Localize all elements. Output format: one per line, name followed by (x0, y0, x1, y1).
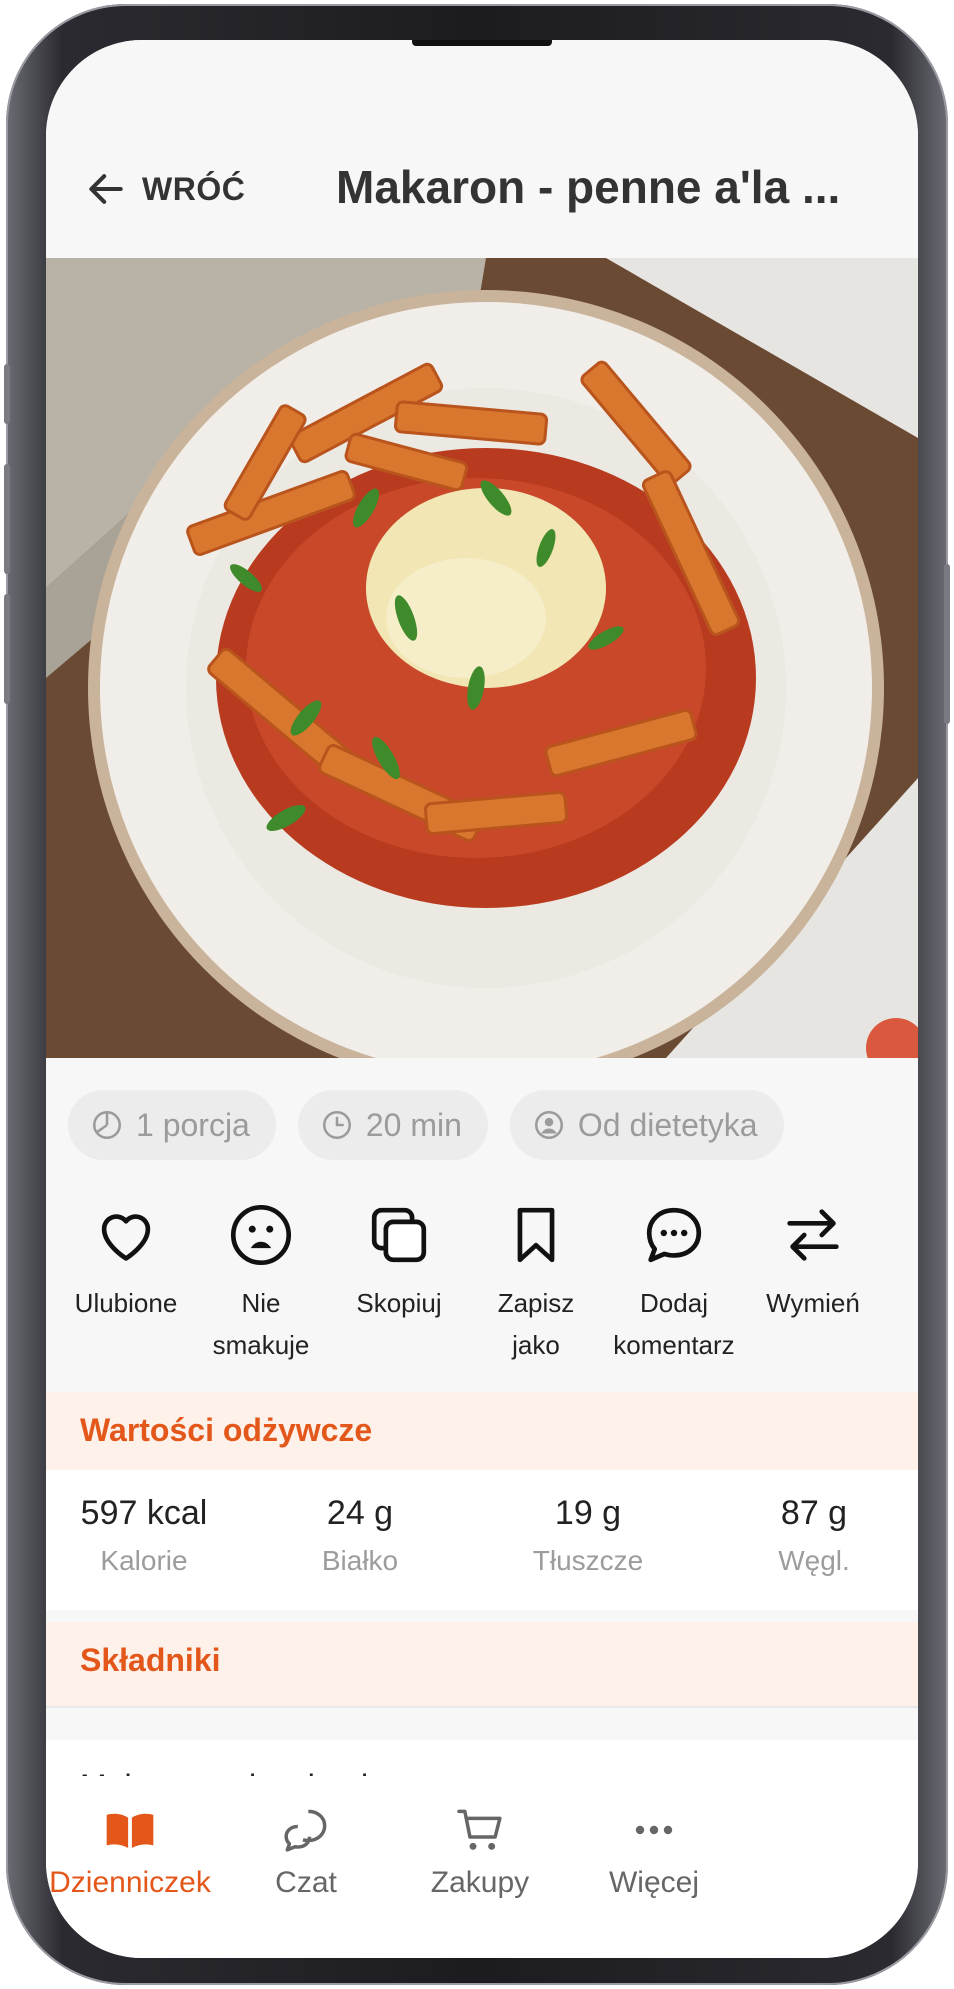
power-button (944, 564, 950, 724)
comment-icon (646, 1207, 702, 1263)
speaker-notch (412, 40, 552, 46)
save-as-button[interactable]: Zapisz jako (466, 1200, 606, 1366)
portion-icon (92, 1110, 122, 1140)
swap-icon (787, 1209, 839, 1261)
recipe-photo (46, 258, 918, 1058)
ingredients-heading: Składniki (80, 1642, 221, 1678)
time-chip: 20 min (297, 1090, 488, 1160)
action-bar: Ulubione Nie smakuje Skopiuj Zapisz jako… (46, 1200, 918, 1370)
chat-icon (284, 1809, 327, 1852)
top-bar: WRÓĆ Makaron - penne a'la ... (46, 40, 918, 258)
favorite-label: Ulubione (74, 1288, 178, 1318)
bottom-navigation: Dzienniczek Czat Zakupy Więcej (46, 1776, 918, 1958)
add-comment-label-line2: komentarz (613, 1330, 735, 1360)
sad-face-icon (230, 1204, 292, 1266)
nav-label-more: Więcej (608, 1866, 699, 1899)
nav-tab-chat[interactable]: Czat (206, 1802, 406, 1900)
favorite-button[interactable]: Ulubione (56, 1200, 196, 1324)
bookmark-icon (517, 1207, 555, 1263)
dislike-label-line1: Nie (241, 1288, 281, 1318)
copy-button[interactable]: Skopiuj (329, 1200, 469, 1324)
pasta-dish-image (46, 258, 918, 1058)
fat-label: Tłuszcze (532, 1545, 644, 1576)
nutrition-item-carbs: 87 g Węgl. (714, 1494, 914, 1577)
source-label: Od dietetyka (577, 1106, 758, 1143)
nav-tab-more[interactable]: Więcej (554, 1802, 754, 1900)
portion-chip: 1 porcja (68, 1090, 276, 1160)
volume-up-button (4, 464, 10, 574)
replace-button[interactable]: Wymień (743, 1200, 883, 1324)
side-button (4, 364, 10, 424)
protein-label: Białko (321, 1545, 399, 1576)
more-icon (635, 1825, 673, 1835)
fat-value: 19 g (554, 1494, 622, 1532)
copy-label: Skopiuj (356, 1288, 442, 1318)
nutrition-item-fat: 19 g Tłuszcze (488, 1494, 688, 1577)
heart-icon (101, 1214, 151, 1261)
arrow-left-icon (89, 174, 123, 204)
source-chip: Od dietetyka (509, 1090, 784, 1160)
save-as-label-line1: Zapisz (497, 1288, 575, 1318)
carbs-value: 87 g (780, 1494, 848, 1532)
time-label: 20 min (365, 1106, 462, 1143)
clock-icon (322, 1110, 351, 1140)
nutrition-section-header: Wartości odżywcze (46, 1392, 918, 1478)
phone-frame: WRÓĆ Makaron - penne a'la ... 1 porcja 2… (4, 4, 950, 1985)
nutrition-values: 597 kcal Kalorie 24 g Białko 19 g Tłuszc… (46, 1470, 918, 1610)
nav-label-chat: Czat (275, 1866, 337, 1899)
nutrition-item-protein: 24 g Białko (260, 1494, 460, 1577)
calories-value: 597 kcal (80, 1494, 208, 1532)
nav-tab-diary[interactable]: Dzienniczek (46, 1802, 230, 1900)
nutrition-item-calories: 597 kcal Kalorie (46, 1494, 244, 1577)
app-screen: WRÓĆ Makaron - penne a'la ... 1 porcja 2… (46, 40, 918, 1958)
carbs-label: Węgl. (778, 1545, 850, 1576)
add-comment-button[interactable]: Dodaj komentarz (604, 1200, 744, 1366)
page-title: Makaron - penne a'la ... (336, 161, 841, 213)
ingredients-section-header: Składniki (46, 1622, 918, 1708)
replace-label: Wymień (766, 1288, 860, 1318)
protein-value: 24 g (326, 1494, 394, 1532)
dislike-label-line2: smakuje (212, 1330, 310, 1360)
back-label: WRÓĆ (142, 170, 246, 207)
dislike-button[interactable]: Nie smakuje (191, 1200, 331, 1366)
portion-label: 1 porcja (136, 1106, 250, 1143)
book-icon (106, 1813, 154, 1848)
save-as-label-line2: jako (512, 1330, 560, 1360)
volume-down-button (4, 594, 10, 704)
calories-label: Kalorie (100, 1545, 188, 1576)
dietitian-icon (534, 1110, 563, 1140)
copy-icon (371, 1207, 427, 1263)
nav-tab-shopping[interactable]: Zakupy (380, 1802, 580, 1900)
cart-icon (457, 1809, 502, 1850)
nutrition-heading: Wartości odżywcze (80, 1412, 373, 1448)
recipe-meta-chips: 1 porcja 20 min Od dietetyka (68, 1090, 784, 1160)
nav-label-diary: Dzienniczek (49, 1866, 211, 1899)
nav-label-shopping: Zakupy (430, 1866, 530, 1899)
back-button[interactable]: WRÓĆ (84, 164, 245, 214)
add-comment-label-line1: Dodaj (640, 1288, 708, 1318)
